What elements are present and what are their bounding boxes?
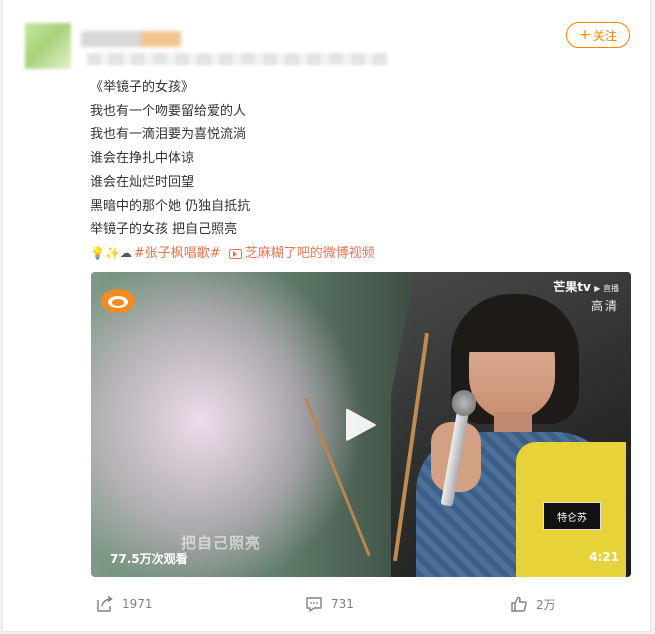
play-icon[interactable] bbox=[344, 406, 378, 444]
follow-button[interactable]: + 关注 bbox=[566, 22, 630, 48]
comment-icon bbox=[306, 597, 322, 612]
like-button[interactable]: 2万 bbox=[510, 595, 556, 613]
post-line: 我也有一滴泪要为喜悦流淌 bbox=[90, 127, 247, 143]
post-line: 黑暗中的那个她 仍独自抵抗 bbox=[90, 198, 251, 214]
thumbs-up-icon bbox=[511, 596, 527, 612]
comment-button[interactable]: 731 bbox=[305, 595, 354, 613]
repost-button[interactable]: 1971 bbox=[96, 595, 153, 613]
broadcaster-live: ▶ 直播 bbox=[594, 284, 619, 293]
view-count: 77.5万次观看 bbox=[110, 552, 188, 566]
post-meta-blurred bbox=[87, 53, 387, 65]
video-source-link[interactable]: 芝麻糊了吧的微博视频 bbox=[228, 242, 375, 266]
repost-icon bbox=[97, 595, 113, 612]
video-player[interactable]: 特仑苏 芒果tv ▶ 直播 高清 把自己照亮 77.5万次观看 4:21 bbox=[91, 272, 631, 577]
post-line: 我也有一个吻要留给爱的人 bbox=[90, 103, 247, 119]
post-tags-line: 💡✨☁ #张子枫唱歌# 芝麻糊了吧的微博视频 bbox=[90, 242, 610, 266]
jacket-patch: 特仑苏 bbox=[543, 502, 601, 530]
repost-count: 1971 bbox=[122, 597, 153, 611]
broadcaster-name: 芒果tv bbox=[553, 280, 591, 294]
video-duration: 4:21 bbox=[589, 550, 619, 564]
post-line: 举镜子的女孩 把自己照亮 bbox=[90, 222, 238, 238]
post-line: 《举镜子的女孩》 bbox=[90, 80, 195, 95]
topic-link[interactable]: #张子枫唱歌# bbox=[134, 242, 221, 266]
comment-count: 731 bbox=[331, 597, 354, 611]
microphone-head bbox=[452, 390, 476, 416]
post-line: 谁会在挣扎中体谅 bbox=[90, 151, 195, 167]
username-blurred[interactable] bbox=[81, 31, 181, 47]
avatar[interactable] bbox=[25, 23, 71, 69]
hunan-tv-logo-icon bbox=[101, 289, 135, 313]
post-text: 《举镜子的女孩》 我也有一个吻要留给爱的人 我也有一滴泪要为喜悦流淌 谁会在挣扎… bbox=[90, 76, 610, 266]
post-line: 谁会在灿烂时回望 bbox=[90, 174, 195, 190]
video-subtitle: 把自己照亮 bbox=[181, 534, 262, 552]
weibo-post-card: + 关注 《举镜子的女孩》 我也有一个吻要留给爱的人 我也有一滴泪要为喜悦流淌 … bbox=[2, 0, 651, 632]
plus-icon: + bbox=[579, 27, 591, 43]
emoji-group-icon: 💡✨☁ bbox=[90, 245, 132, 260]
like-count: 2万 bbox=[536, 597, 556, 612]
video-source-label: 芝麻糊了吧的微博视频 bbox=[244, 245, 375, 261]
quality-label: 高清 bbox=[590, 299, 619, 313]
action-bar: 1971 731 2万 bbox=[3, 590, 652, 620]
video-icon bbox=[228, 248, 242, 259]
broadcaster-watermark: 芒果tv ▶ 直播 高清 bbox=[553, 280, 619, 314]
follow-label: 关注 bbox=[592, 28, 617, 43]
